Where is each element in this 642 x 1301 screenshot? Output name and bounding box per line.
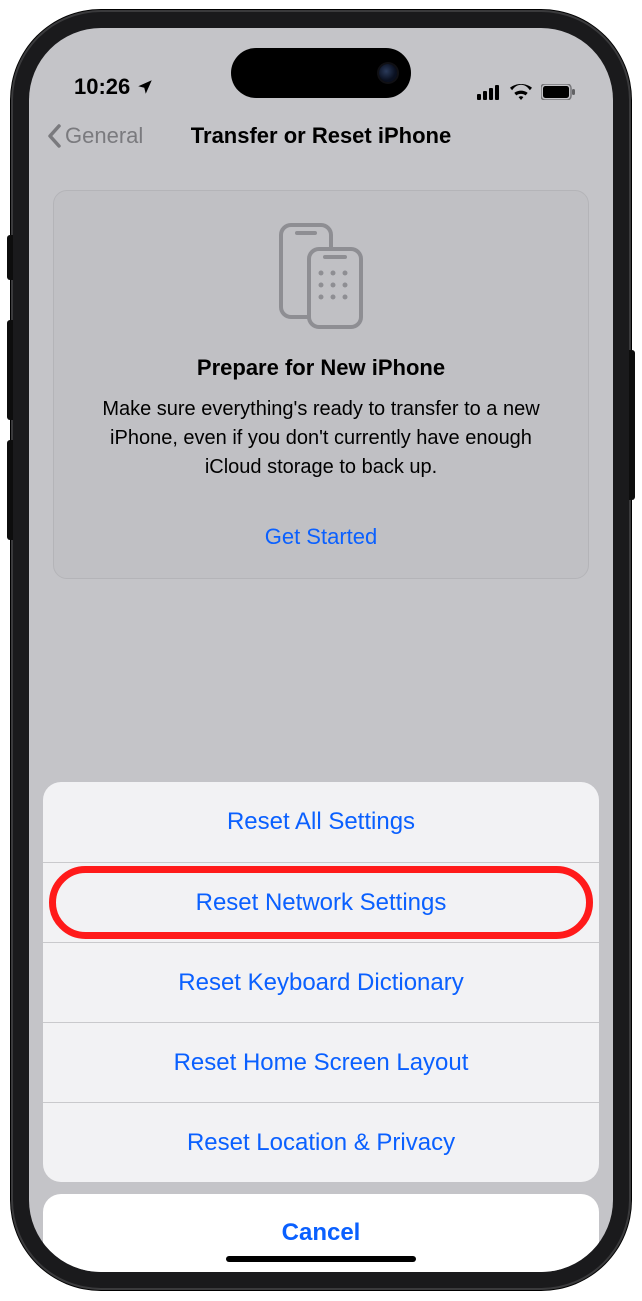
get-started-link[interactable]: Get Started (82, 524, 560, 550)
dynamic-island (231, 48, 411, 98)
prepare-card-body: Make sure everything's ready to transfer… (82, 395, 560, 482)
page-title: Transfer or Reset iPhone (191, 123, 451, 149)
option-label: Reset Home Screen Layout (174, 1049, 469, 1077)
screen: 10:26 General (29, 28, 613, 1272)
battery-icon (541, 84, 575, 100)
two-phones-icon (275, 221, 367, 331)
option-reset-home-screen-layout[interactable]: Reset Home Screen Layout (43, 1022, 599, 1102)
back-label: General (65, 123, 143, 149)
wifi-icon (509, 83, 533, 100)
status-time: 10:26 (74, 74, 130, 100)
volume-down-button (7, 440, 13, 540)
iphone-device-frame: 10:26 General (11, 10, 631, 1290)
option-label: Reset Keyboard Dictionary (178, 969, 463, 997)
volume-up-button (7, 320, 13, 420)
prepare-card-title: Prepare for New iPhone (82, 355, 560, 381)
cellular-signal-icon (477, 84, 501, 100)
side-button (629, 350, 635, 500)
back-button[interactable]: General (47, 123, 143, 149)
option-label: Reset All Settings (227, 808, 415, 836)
option-reset-all-settings[interactable]: Reset All Settings (43, 782, 599, 862)
chevron-left-icon (47, 124, 61, 148)
cancel-label: Cancel (282, 1219, 361, 1247)
home-indicator[interactable] (226, 1256, 416, 1262)
option-reset-keyboard-dictionary[interactable]: Reset Keyboard Dictionary (43, 942, 599, 1022)
reset-action-sheet: Reset All Settings Reset Network Setting… (43, 782, 599, 1272)
action-sheet-options: Reset All Settings Reset Network Setting… (43, 782, 599, 1182)
option-reset-network-settings[interactable]: Reset Network Settings (43, 862, 599, 942)
option-reset-location-privacy[interactable]: Reset Location & Privacy (43, 1102, 599, 1182)
option-label: Reset Location & Privacy (187, 1129, 455, 1157)
front-camera (379, 64, 397, 82)
silent-switch (7, 235, 13, 280)
nav-bar: General Transfer or Reset iPhone (29, 108, 613, 164)
location-arrow-icon (136, 78, 154, 96)
option-label: Reset Network Settings (196, 889, 447, 917)
prepare-card: Prepare for New iPhone Make sure everyth… (53, 190, 589, 579)
